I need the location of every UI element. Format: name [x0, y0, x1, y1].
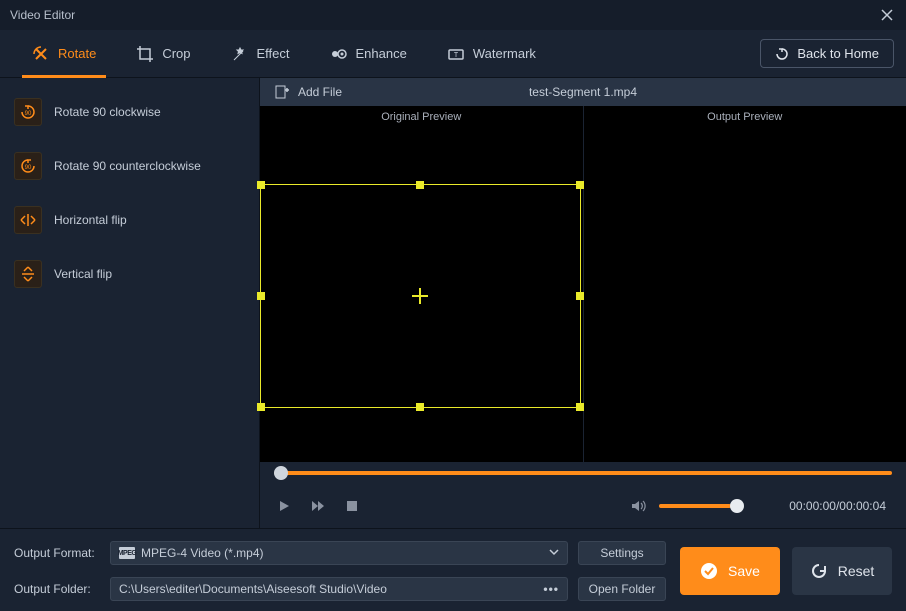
- play-button[interactable]: [274, 496, 294, 516]
- add-file-icon: [274, 84, 290, 100]
- rotate-ccw-icon: 90: [14, 152, 42, 180]
- tab-rotate-label: Rotate: [58, 46, 96, 61]
- crop-handle-br[interactable]: [576, 403, 584, 411]
- output-folder-input[interactable]: C:\Users\editer\Documents\Aiseesoft Stud…: [110, 577, 568, 601]
- open-folder-button[interactable]: Open Folder: [578, 577, 666, 601]
- vertical-flip-icon: [14, 260, 42, 288]
- output-format-label: Output Format:: [14, 546, 100, 560]
- settings-button[interactable]: Settings: [578, 541, 666, 565]
- sidebar-item-label: Rotate 90 counterclockwise: [54, 159, 201, 173]
- playback-controls: 00:00:00/00:00:04: [260, 484, 906, 528]
- reset-button[interactable]: Reset: [792, 547, 892, 595]
- sidebar-item-label: Vertical flip: [54, 267, 112, 281]
- volume-button[interactable]: [629, 496, 649, 516]
- stop-button[interactable]: [342, 496, 362, 516]
- bottom-panel: Output Format: MPEG MPEG-4 Video (*.mp4)…: [0, 528, 906, 611]
- browse-button[interactable]: •••: [543, 582, 559, 596]
- timeline-track[interactable]: [274, 471, 892, 475]
- watermark-icon: T: [447, 45, 465, 63]
- check-circle-icon: [700, 562, 718, 580]
- toolbar: Rotate Crop Effect Enhance T Watermark B…: [0, 30, 906, 78]
- sidebar-item-label: Rotate 90 clockwise: [54, 105, 161, 119]
- current-filename: test-Segment 1.mp4: [529, 85, 637, 99]
- back-arrow-icon: [775, 47, 789, 61]
- svg-text:90: 90: [25, 165, 32, 171]
- crop-handle-bl[interactable]: [257, 403, 265, 411]
- svg-text:T: T: [454, 52, 459, 59]
- original-preview-pane[interactable]: [260, 130, 584, 462]
- time-display: 00:00:00/00:00:04: [789, 499, 886, 513]
- tab-crop[interactable]: Crop: [116, 30, 210, 78]
- horizontal-flip-icon: [14, 206, 42, 234]
- save-label: Save: [728, 563, 760, 579]
- main: 90 Rotate 90 clockwise 90 Rotate 90 coun…: [0, 78, 906, 528]
- output-preview-pane: [584, 130, 906, 462]
- add-file-button[interactable]: Add File: [274, 84, 342, 100]
- timeline-thumb[interactable]: [274, 466, 288, 480]
- volume-thumb[interactable]: [730, 499, 744, 513]
- close-icon: [881, 9, 893, 21]
- svg-text:90: 90: [25, 111, 32, 117]
- chevron-down-icon: [549, 546, 559, 560]
- output-folder-label: Output Folder:: [14, 582, 100, 596]
- save-button[interactable]: Save: [680, 547, 780, 595]
- sidebar: 90 Rotate 90 clockwise 90 Rotate 90 coun…: [0, 78, 260, 528]
- tab-enhance[interactable]: Enhance: [310, 30, 427, 78]
- volume-slider[interactable]: [659, 504, 739, 508]
- back-to-home-button[interactable]: Back to Home: [760, 39, 894, 68]
- add-file-label: Add File: [298, 85, 342, 99]
- timeline[interactable]: [260, 462, 906, 484]
- forward-button[interactable]: [308, 496, 328, 516]
- app-title: Video Editor: [10, 8, 75, 22]
- sidebar-item-rotate-ccw[interactable]: 90 Rotate 90 counterclockwise: [10, 146, 249, 186]
- forward-icon: [310, 499, 326, 513]
- rotate-icon: [32, 45, 50, 63]
- output-folder-value: C:\Users\editer\Documents\Aiseesoft Stud…: [119, 582, 387, 596]
- crop-selection-box[interactable]: [260, 184, 581, 408]
- crop-center-cross-icon: [412, 288, 428, 304]
- sidebar-item-rotate-cw[interactable]: 90 Rotate 90 clockwise: [10, 92, 249, 132]
- tab-watermark-label: Watermark: [473, 46, 536, 61]
- tab-rotate[interactable]: Rotate: [12, 30, 116, 78]
- sidebar-item-vflip[interactable]: Vertical flip: [10, 254, 249, 294]
- mpeg-badge-icon: MPEG: [119, 547, 135, 559]
- titlebar: Video Editor: [0, 0, 906, 30]
- rotate-cw-icon: 90: [14, 98, 42, 126]
- crop-icon: [136, 45, 154, 63]
- content: Add File test-Segment 1.mp4 Original Pre…: [260, 78, 906, 528]
- sidebar-item-label: Horizontal flip: [54, 213, 127, 227]
- close-button[interactable]: [878, 6, 896, 24]
- crop-handle-tr[interactable]: [576, 181, 584, 189]
- tab-enhance-label: Enhance: [356, 46, 407, 61]
- video-area: [260, 130, 906, 462]
- enhance-icon: [330, 45, 348, 63]
- crop-handle-lm[interactable]: [257, 292, 265, 300]
- crop-handle-tm[interactable]: [416, 181, 424, 189]
- crop-handle-bm[interactable]: [416, 403, 424, 411]
- crop-handle-tl[interactable]: [257, 181, 265, 189]
- original-preview-header: Original Preview: [260, 106, 584, 130]
- volume-icon: [631, 499, 647, 513]
- action-buttons: Save Reset: [680, 541, 892, 601]
- tab-effect-label: Effect: [257, 46, 290, 61]
- back-to-home-label: Back to Home: [797, 46, 879, 61]
- output-form: Output Format: MPEG MPEG-4 Video (*.mp4)…: [14, 541, 666, 601]
- tab-effect[interactable]: Effect: [211, 30, 310, 78]
- output-preview-header: Output Preview: [584, 106, 906, 130]
- tab-watermark[interactable]: T Watermark: [427, 30, 556, 78]
- effect-icon: [231, 45, 249, 63]
- file-bar: Add File test-Segment 1.mp4: [260, 78, 906, 106]
- output-format-select[interactable]: MPEG MPEG-4 Video (*.mp4): [110, 541, 568, 565]
- stop-icon: [346, 500, 358, 512]
- volume-fill: [659, 504, 731, 508]
- preview-headers: Original Preview Output Preview: [260, 106, 906, 130]
- tab-crop-label: Crop: [162, 46, 190, 61]
- reset-label: Reset: [838, 563, 875, 579]
- crop-handle-rm[interactable]: [576, 292, 584, 300]
- reset-icon: [810, 562, 828, 580]
- sidebar-item-hflip[interactable]: Horizontal flip: [10, 200, 249, 240]
- play-icon: [277, 499, 291, 513]
- output-format-value: MPEG-4 Video (*.mp4): [141, 546, 264, 560]
